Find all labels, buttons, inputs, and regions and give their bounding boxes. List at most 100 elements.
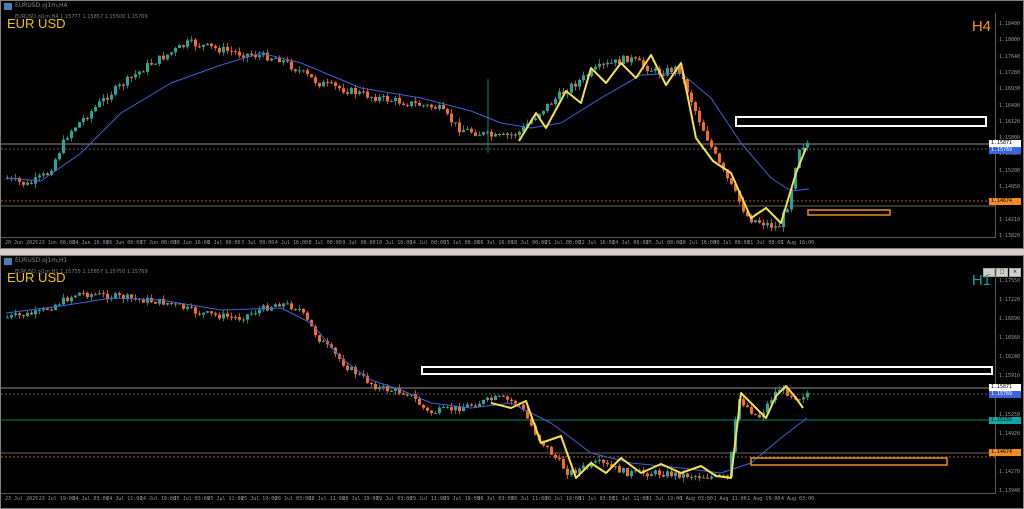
price-tick-label: 1.17220 — [998, 297, 1020, 304]
price-tick-label: 1.16890 — [998, 316, 1020, 323]
candle-body — [790, 395, 793, 397]
chart-window-h1[interactable]: EURUSD.oj1m,H1 _ □ × EURUSD.oj1m,H1 1.1575… — [0, 255, 1024, 509]
candle-body — [78, 122, 81, 128]
candle-body — [258, 309, 261, 314]
candle-body — [202, 312, 205, 315]
candle-body — [682, 473, 685, 478]
close-button[interactable]: × — [1009, 268, 1021, 277]
candle-body — [58, 153, 61, 160]
candle-body — [562, 459, 565, 469]
candle-body — [346, 365, 349, 371]
candle-body — [742, 399, 745, 406]
time-tick-label: 22 Jul 16:00 — [578, 240, 615, 246]
price-tick-label: 1.14920 — [998, 430, 1020, 437]
resistance-zone — [421, 366, 993, 375]
candle-body — [94, 294, 97, 296]
candle-body — [218, 47, 221, 53]
candle-body — [138, 71, 141, 75]
candle-body — [666, 471, 669, 477]
candle-body — [326, 82, 329, 84]
candle-body — [210, 43, 213, 47]
candle-body — [402, 103, 405, 106]
maximize-button[interactable]: □ — [996, 268, 1008, 277]
candle-body — [714, 147, 717, 154]
candle-body — [310, 74, 313, 78]
candle-body — [122, 84, 125, 86]
candle-body — [214, 46, 217, 48]
candle-body — [66, 297, 69, 302]
candle-body — [154, 301, 157, 304]
candle-body — [282, 60, 285, 63]
candle-body — [494, 395, 497, 400]
candle-body — [162, 55, 165, 60]
candle-body — [390, 101, 393, 103]
candle-body — [178, 45, 181, 48]
candle-body — [234, 316, 237, 318]
candle-body — [610, 62, 613, 64]
price-chart-h4[interactable] — [1, 13, 995, 247]
candle-body — [650, 474, 653, 477]
candle-body — [26, 312, 29, 317]
candle-body — [598, 459, 601, 462]
chart-window-h4[interactable]: EURUSD.oj1m,H4 EURUSD.oj1m,H4 1.15777 1.… — [0, 0, 1024, 249]
price-chart-h1[interactable] — [1, 268, 995, 494]
candle-body — [70, 297, 73, 302]
candle-body — [14, 313, 17, 316]
time-tick-label: 9 Jul 08:00 — [342, 240, 376, 246]
candle-body — [186, 40, 189, 47]
candle-body — [450, 406, 453, 411]
candle-body — [202, 44, 205, 47]
candle-body — [206, 311, 209, 313]
time-tick-label: 4 Jul 16:00 — [274, 240, 309, 246]
candle-body — [358, 91, 361, 95]
window-titlebar[interactable]: EURUSD.oj1m,H4 — [1, 1, 1023, 13]
candle-body — [322, 341, 325, 343]
candle-body — [130, 294, 133, 298]
time-tick-label: 20 Jun 2025 — [5, 240, 39, 246]
candle-body — [550, 103, 553, 105]
candle-body — [398, 97, 401, 104]
candle-body — [198, 46, 201, 48]
time-tick-label: 15 Jul 08:00 — [443, 240, 480, 246]
price-axis-border — [995, 268, 996, 494]
candle-body — [666, 68, 669, 76]
candle-body — [438, 105, 441, 109]
candle-body — [758, 220, 761, 223]
window-titlebar[interactable]: EURUSD.oj1m,H1 _ □ × — [1, 256, 1023, 277]
candle-body — [114, 85, 117, 95]
price-tick-label: 1.17280 — [998, 69, 1020, 76]
candle-body — [490, 131, 493, 137]
candle-body — [298, 70, 301, 72]
price-tick-label: 1.16560 — [998, 335, 1020, 342]
candle-body — [86, 118, 89, 120]
candle-body — [78, 292, 81, 296]
time-tick-label: 10 Jul 16:00 — [376, 240, 413, 246]
candle-body — [126, 76, 129, 86]
candle-body — [698, 110, 701, 123]
candle-body — [382, 95, 385, 97]
candle-body — [546, 103, 549, 111]
candle-body — [238, 51, 241, 56]
candle-body — [238, 317, 241, 320]
candle-body — [622, 55, 625, 64]
candle-body — [302, 308, 305, 313]
time-tick-label: 1 Aug 16:00 — [781, 240, 815, 246]
candle-body — [294, 309, 297, 311]
time-tick-label: 18 Jul 00:00 — [511, 240, 548, 246]
candle-body — [250, 53, 253, 56]
candle-body — [470, 404, 473, 406]
candle-body — [142, 71, 145, 73]
candle-body — [318, 335, 321, 342]
candle-body — [170, 302, 173, 304]
candle-body — [350, 367, 353, 371]
candle-body — [118, 293, 121, 296]
candle-body — [270, 58, 273, 61]
candle-body — [474, 132, 477, 136]
candle-body — [82, 292, 85, 294]
candle-body — [458, 122, 461, 133]
candle-body — [574, 83, 577, 87]
candle-body — [594, 461, 597, 463]
candle-body — [694, 102, 697, 111]
candle-body — [498, 133, 501, 135]
candle-body — [426, 104, 429, 106]
